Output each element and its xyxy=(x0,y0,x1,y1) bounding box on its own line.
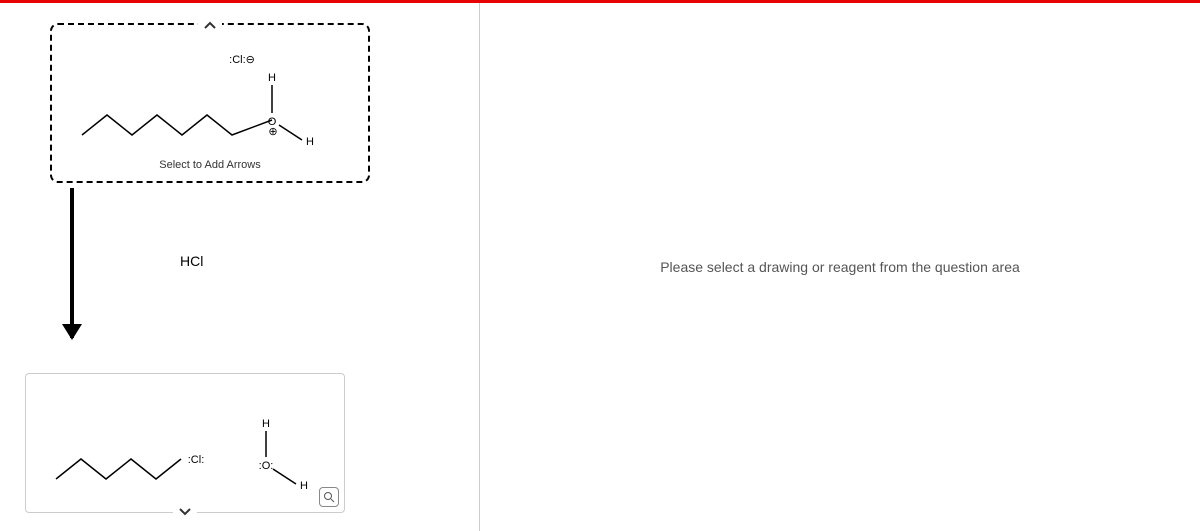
instruction-text: Please select a drawing or reagent from … xyxy=(660,259,1020,275)
svg-text:H: H xyxy=(268,72,276,84)
zoom-icon[interactable] xyxy=(319,487,339,507)
chevron-up-icon[interactable] xyxy=(198,13,222,37)
svg-text::Cl:⊖: :Cl:⊖ xyxy=(229,54,255,66)
reactant-box-selected[interactable]: O ⊕ H H :Cl:⊖ Select to Add Arrows xyxy=(50,23,370,183)
svg-text:⊕: ⊕ xyxy=(268,126,277,138)
select-arrows-label: Select to Add Arrows xyxy=(159,159,261,171)
reagent-label[interactable]: HCl xyxy=(180,253,203,269)
reactant-molecule: O ⊕ H H :Cl:⊖ xyxy=(67,45,353,151)
question-area: O ⊕ H H :Cl:⊖ Select to Add Arrows HCl :… xyxy=(0,3,480,531)
svg-text:H: H xyxy=(262,418,270,430)
svg-text::Cl:: :Cl: xyxy=(188,454,205,466)
answer-panel: Please select a drawing or reagent from … xyxy=(480,3,1200,531)
reaction-arrow-down xyxy=(70,188,74,338)
product-box[interactable]: :Cl: :O: H H xyxy=(25,373,345,513)
chevron-down-icon[interactable] xyxy=(173,500,197,524)
svg-text:H: H xyxy=(306,136,314,148)
svg-text::O:: :O: xyxy=(259,460,274,472)
product-molecule: :Cl: :O: H H xyxy=(41,389,329,497)
svg-text:H: H xyxy=(300,480,308,492)
